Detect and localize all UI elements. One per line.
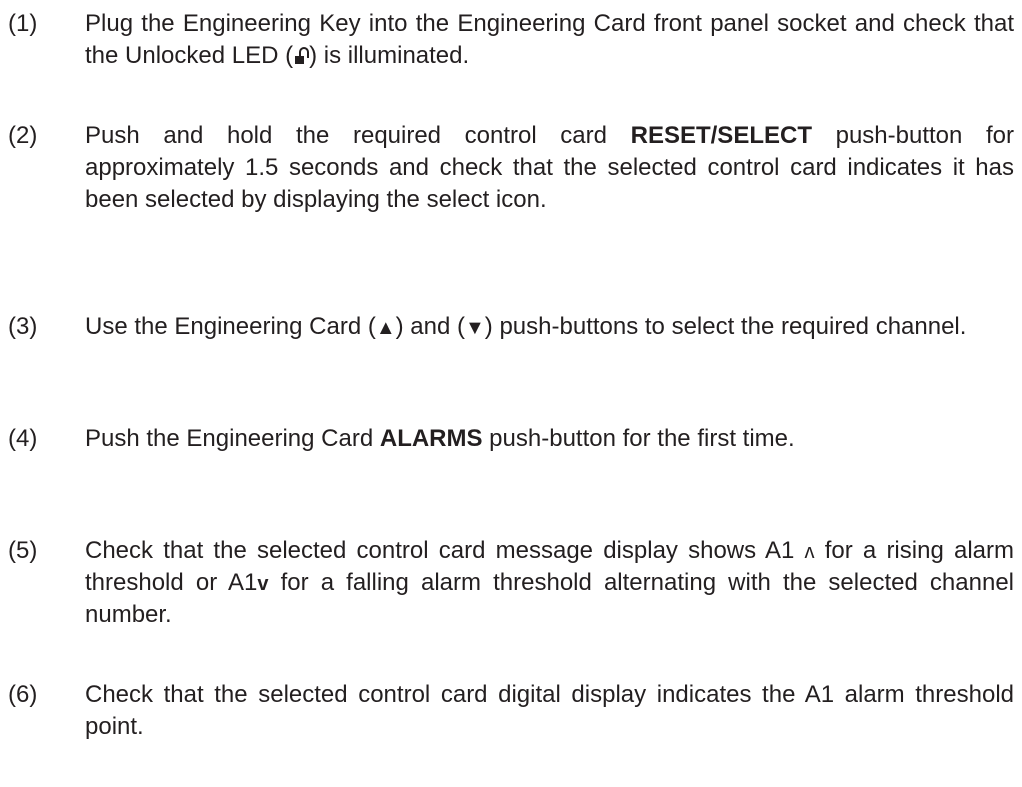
step-1: (1) Plug the Engineering Key into the En… (8, 8, 1014, 72)
step-6: (6) Check that the selected control card… (8, 679, 1014, 743)
step-number: (6) (8, 681, 38, 708)
step-3: (3) Use the Engineering Card (▲) and (▼)… (8, 311, 1014, 344)
up-arrow-icon: ▲ (375, 317, 396, 339)
unlocked-padlock-icon (294, 47, 310, 65)
step-text: Check that the selected control card dig… (85, 681, 1014, 740)
step-number: (5) (8, 537, 38, 564)
step-2: (2) Push and hold the required control c… (8, 120, 1014, 216)
step-number: (3) (8, 313, 38, 340)
rising-caret-icon: ʌ (804, 541, 815, 563)
down-arrow-icon: ▼ (465, 317, 485, 339)
step-number: (4) (8, 425, 38, 452)
step-text: Use the Engineering Card (▲) and (▼) pus… (85, 313, 967, 340)
step-5: (5) Check that the selected control card… (8, 535, 1014, 631)
reset-select-label: RESET/SELECT (630, 122, 812, 149)
step-text: Plug the Engineering Key into the Engine… (85, 10, 1014, 69)
step-text: Check that the selected control card mes… (85, 537, 1015, 628)
step-number: (1) (8, 10, 38, 37)
step-4: (4) Push the Engineering Card ALARMS pus… (8, 423, 1014, 455)
step-number: (2) (8, 122, 38, 149)
falling-caret-icon: v (257, 573, 269, 595)
step-text: Push and hold the required control card … (85, 122, 1014, 213)
step-text: Push the Engineering Card ALARMS push-bu… (85, 425, 795, 452)
alarms-label: ALARMS (379, 425, 483, 452)
